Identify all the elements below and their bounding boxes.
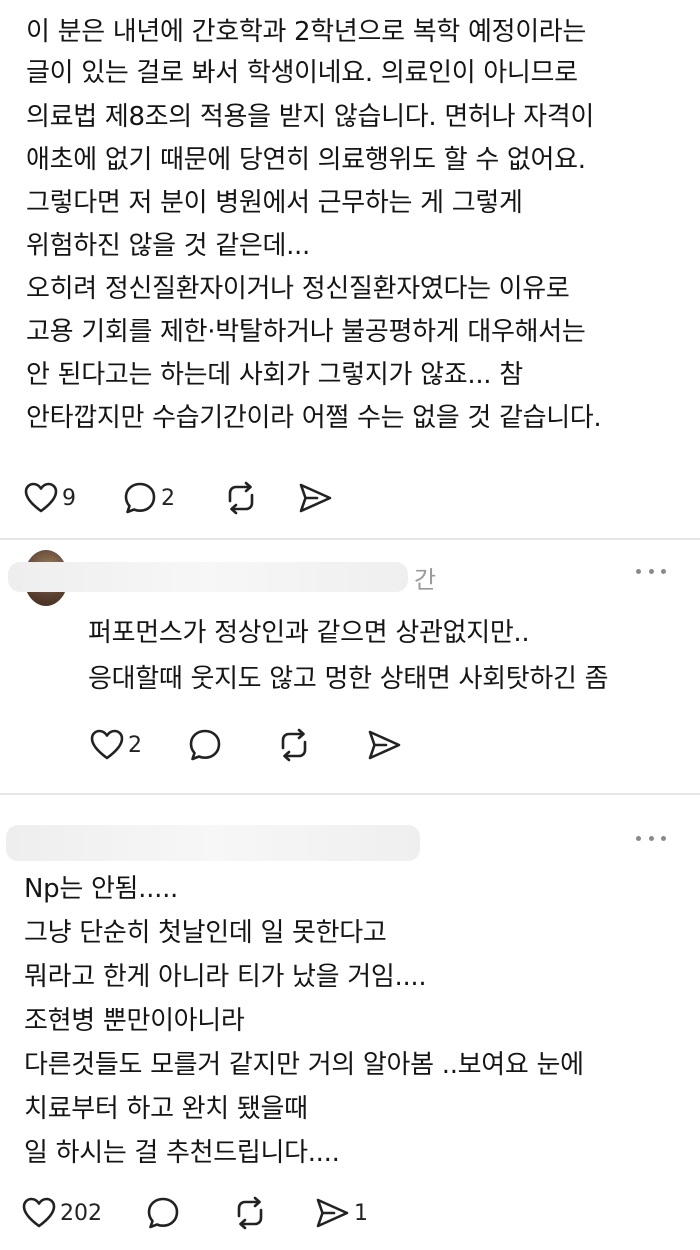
more-dots-icon — [636, 835, 641, 841]
post-text-line: 치료부터 하고 완치 됐을때 — [24, 1094, 308, 1124]
post-text-line: 위험하진 않을 것 같은데... — [26, 231, 310, 261]
share-count: 1 — [354, 1200, 368, 1226]
share-button[interactable] — [297, 482, 337, 514]
more-dots-icon — [636, 568, 641, 574]
redacted-username — [6, 825, 420, 861]
post-text-line: 다른것들도 모를거 같지만 거의 알아봄 ..보여요 눈에 — [24, 1050, 584, 1080]
post-text-line: 뭐라고 한게 아니라 티가 났을 거임.... — [24, 962, 427, 992]
post-text-line: 일 하시는 걸 추천드립니다.... — [24, 1138, 340, 1168]
repost-button[interactable] — [223, 481, 263, 515]
reply-text-line: 응대할때 웃지도 않고 멍한 상태면 사회탓하긴 좀 — [88, 664, 609, 694]
post-text-line: Np는 안됨..... — [24, 874, 179, 904]
comment-button[interactable] — [188, 728, 226, 762]
post-text-line: 글이 있는 걸로 봐서 학생이네요. 의료인이 아니므로 — [26, 58, 578, 88]
send-icon — [366, 729, 402, 761]
redacted-username — [8, 562, 408, 592]
post-text-line: 고용 기회를 제한·박탈하거나 불공평하게 대우해서는 — [26, 317, 586, 347]
post-1-actions: 9 2 — [24, 476, 337, 520]
speech-bubble-icon — [146, 1196, 180, 1230]
comment-count: 2 — [161, 485, 175, 511]
post-text-line: 애초에 없기 때문에 당연히 의료행위도 할 수 없어요. — [26, 145, 586, 175]
like-button[interactable]: 9 — [24, 482, 76, 514]
speech-bubble-icon — [123, 481, 157, 515]
post-1: 이 분은 내년에 간호학과 2학년으로 복학 예정이라는 글이 있는 걸로 봐서… — [0, 0, 700, 540]
reply-1: 간 퍼포먼스가 정상인과 같으면 상관없지만.. 응대할때 웃지도 않고 멍한 … — [0, 540, 700, 795]
send-icon — [297, 482, 333, 514]
more-button[interactable] — [636, 566, 666, 576]
heart-icon — [90, 729, 124, 761]
reply-text-line: 퍼포먼스가 정상인과 같으면 상관없지만.. — [88, 618, 530, 648]
post-text-line: 오히려 정신질환자이거나 정신질환자였다는 이유로 — [26, 274, 570, 304]
share-button[interactable] — [366, 729, 406, 761]
repost-icon — [232, 1196, 268, 1230]
post-text-line: 이 분은 내년에 간호학과 2학년으로 복학 예정이라는 — [26, 17, 587, 47]
post-2-actions: 202 1 — [22, 1191, 368, 1235]
repost-icon — [276, 728, 312, 762]
comment-button[interactable]: 2 — [123, 481, 175, 515]
repost-button[interactable] — [232, 1196, 272, 1230]
post-text-line: 그렇다면 저 분이 병원에서 근무하는 게 그렇게 — [26, 188, 523, 218]
like-count: 9 — [62, 485, 76, 511]
post-text-line: 조현병 뿐만이아니라 — [24, 1006, 245, 1036]
heart-icon — [24, 482, 58, 514]
share-button[interactable]: 1 — [314, 1197, 368, 1229]
reply-1-actions: 2 — [90, 723, 406, 767]
heart-icon — [22, 1197, 56, 1229]
more-dot — [648, 835, 654, 841]
post-text-line: 의료법 제8조의 적용을 받지 않습니다. 면허나 자격이 — [26, 102, 595, 132]
post-text-line: 안타깝지만 수습기간이라 어쩔 수는 없을 것 같습니다. — [26, 403, 602, 433]
like-button[interactable]: 2 — [90, 729, 142, 761]
more-dot — [661, 568, 666, 574]
like-button[interactable]: 202 — [22, 1197, 102, 1229]
more-dot — [661, 835, 666, 841]
more-dot — [648, 568, 654, 574]
comment-button[interactable] — [146, 1196, 184, 1230]
more-button[interactable] — [636, 833, 666, 843]
like-count: 202 — [60, 1200, 102, 1226]
post-text-line: 안 된다고는 하는데 사회가 그렇지가 않죠... 참 — [26, 360, 523, 390]
speech-bubble-icon — [188, 728, 222, 762]
username[interactable]: 간 — [414, 560, 436, 595]
post-2: Np는 안됨..... 그냥 단순히 첫날인데 일 못한다고 뭐라고 한게 아니… — [0, 795, 700, 1250]
send-icon — [314, 1197, 350, 1229]
repost-button[interactable] — [276, 728, 316, 762]
repost-icon — [223, 481, 259, 515]
like-count: 2 — [128, 732, 142, 758]
post-text-line: 그냥 단순히 첫날인데 일 못한다고 — [24, 918, 387, 948]
